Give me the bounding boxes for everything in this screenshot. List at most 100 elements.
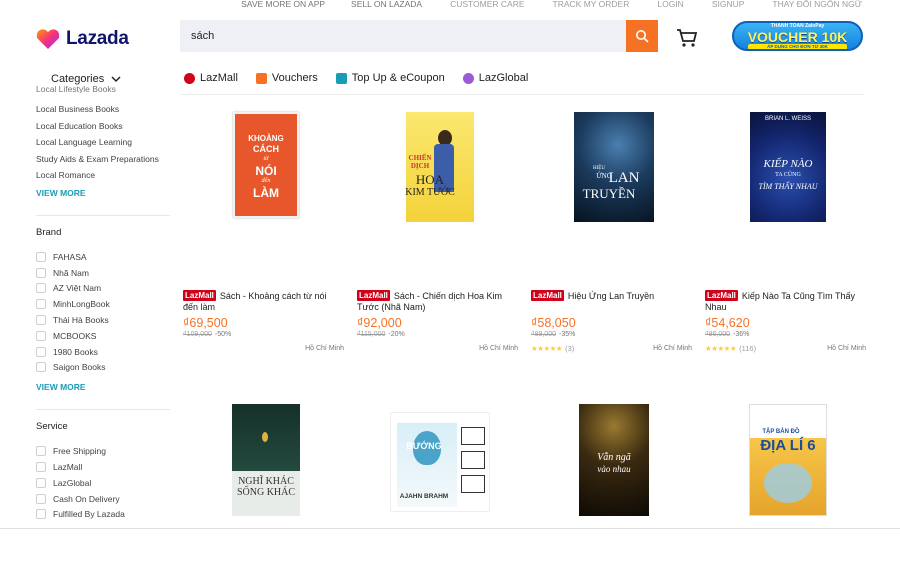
category-link[interactable]: Study Aids & Exam Preparations: [36, 151, 176, 168]
category-link[interactable]: Local Lifestyle Books: [36, 85, 176, 93]
brand-checkbox[interactable]: Saigon Books: [36, 360, 176, 376]
categories-dropdown[interactable]: Categories: [51, 73, 121, 85]
checkbox[interactable]: [36, 509, 46, 520]
checkbox[interactable]: [36, 330, 46, 341]
nav-lazmall-label: LazMall: [200, 72, 238, 84]
category-link[interactable]: Local Language Learning: [36, 134, 176, 151]
brand-checkbox[interactable]: Nhã Nam: [36, 265, 176, 281]
original-price: ₫89,000: [531, 331, 557, 338]
category-link[interactable]: Local Business Books: [36, 101, 176, 118]
save-more-on-app-link[interactable]: SAVE MORE ON APP: [241, 0, 325, 12]
product-price: ₫69,500: [183, 316, 228, 330]
brand-label: Nhã Nam: [53, 267, 89, 278]
checkbox[interactable]: [36, 251, 46, 262]
brand-checkbox[interactable]: 1980 Books: [36, 344, 176, 360]
cover-badge: [461, 451, 485, 469]
category-link[interactable]: Local Education Books: [36, 118, 176, 135]
brand-label: Thái Hà Books: [53, 315, 109, 326]
cover-text: vào nhau: [597, 464, 631, 474]
lazmall-icon: [184, 72, 195, 84]
search-input[interactable]: [180, 20, 626, 52]
cover-text: NÓI: [255, 164, 277, 178]
nav-lazmall[interactable]: LazMall: [184, 72, 238, 84]
service-checkbox[interactable]: LazGlobal: [36, 475, 176, 491]
login-link[interactable]: LOGIN: [657, 0, 683, 12]
cover-text: SỐNG KHÁC: [236, 487, 296, 498]
nav-topup[interactable]: Top Up & eCoupon: [335, 72, 445, 84]
cover-text: HOA: [415, 172, 445, 187]
product-image[interactable]: CHIẾN DỊCH HOA KIM TƯỚC: [354, 100, 526, 280]
product-title[interactable]: LazMall Hiệu Ứng Lan Truyền: [531, 290, 691, 302]
service-checkbox[interactable]: Fulfilled By Lazada: [36, 507, 176, 523]
cart-button[interactable]: [676, 28, 698, 53]
nav-lazglobal[interactable]: LazGlobal: [462, 72, 528, 84]
product-title[interactable]: LazMall Sách - Khoảng cách từ nói đến làm: [183, 290, 343, 313]
cover-text: TRUYỀN: [582, 186, 636, 201]
checkbox[interactable]: [36, 362, 46, 373]
service-label: Fulfilled By Lazada: [53, 509, 125, 520]
brand-checkbox[interactable]: FAHASA: [36, 249, 176, 265]
cover-globe: [764, 463, 812, 503]
checkbox[interactable]: [36, 315, 46, 326]
brand-checkbox[interactable]: MinhLongBook: [36, 296, 176, 312]
voucher-icon: [255, 72, 267, 84]
chevron-down-icon: [111, 75, 121, 82]
track-my-order-link[interactable]: TRACK MY ORDER: [553, 0, 630, 12]
product-image[interactable]: HIỆU ỨNG LAN TRUYỀN: [528, 100, 700, 280]
original-price: ₫115,000: [357, 331, 386, 338]
product-title-text: Hiệu Ứng Lan Truyền: [567, 291, 655, 301]
category-link[interactable]: Local Romance: [36, 167, 176, 184]
nav-vouchers[interactable]: Vouchers: [255, 72, 318, 84]
product-old-price: ₫89,000 -35%: [531, 331, 575, 338]
topup-icon: [335, 72, 347, 84]
service-checkbox[interactable]: LazMall: [36, 459, 176, 475]
service-filter-title: Service: [36, 421, 68, 433]
brand-checkbox[interactable]: MCBOOKS: [36, 328, 176, 344]
brand-view-more[interactable]: VIEW MORE: [36, 380, 176, 394]
product-old-price: ₫86,000 -36%: [705, 331, 749, 338]
checkbox[interactable]: [36, 283, 46, 294]
sell-on-lazada-link[interactable]: SELL ON LAZADA: [351, 0, 422, 12]
brand-label: MinhLongBook: [53, 299, 110, 310]
checkbox[interactable]: [36, 346, 46, 357]
cover-text: TẬP BẢN ĐỒ: [762, 429, 800, 435]
customer-care-link[interactable]: CUSTOMER CARE: [450, 0, 524, 12]
product-title[interactable]: LazMall Kiếp Nào Ta Cũng Tìm Thấy Nhau: [705, 290, 865, 313]
nav-links: LazMall Vouchers Top Up & eCoupon LazGlo…: [184, 72, 546, 84]
service-checkbox[interactable]: Free Shipping: [36, 443, 176, 459]
service-checkbox[interactable]: Cash On Delivery: [36, 491, 176, 507]
checkbox[interactable]: [36, 267, 46, 278]
search-button[interactable]: [626, 20, 658, 52]
brand-checkbox[interactable]: Thái Hà Books: [36, 312, 176, 328]
checkbox[interactable]: [36, 446, 46, 457]
checkbox[interactable]: [36, 493, 46, 504]
voucher-banner[interactable]: THANH TOÁN ZaloPay VOUCHER 10K ÁP DỤNG C…: [732, 21, 863, 51]
product-image[interactable]: Vẫn ngã vào nhau: [528, 404, 700, 584]
nav-divider: [180, 94, 864, 95]
product-image[interactable]: NGHĨ KHÁC SỐNG KHÁC: [180, 404, 352, 584]
product-image[interactable]: BƯỚNG AJAHN BRAHM: [354, 404, 526, 584]
cover-text: NGHĨ KHÁC: [238, 476, 294, 487]
brand-label: MCBOOKS: [53, 330, 97, 341]
service-label: LazMall: [53, 462, 83, 473]
checkbox[interactable]: [36, 477, 46, 488]
cover-text: LÀM: [253, 186, 279, 200]
product-image[interactable]: KHOẢNG CÁCH từ NÓI đến LÀM: [180, 100, 352, 280]
change-language-link[interactable]: THAY ĐỔI NGÔN NGỮ: [772, 0, 862, 12]
category-view-more[interactable]: VIEW MORE: [36, 186, 176, 200]
original-price: ₫86,000: [705, 331, 731, 338]
signup-link[interactable]: SIGNUP: [712, 0, 745, 12]
brand-checkbox[interactable]: AZ Việt Nam: [36, 281, 176, 297]
sidebar-divider: [36, 214, 170, 216]
lazmall-badge: LazMall: [357, 290, 390, 301]
cart-icon: [677, 29, 698, 47]
lazada-logo[interactable]: Lazada: [36, 28, 129, 50]
product-image[interactable]: BRIAN L. WEISS KIẾP NÀO TA CŨNG TÌM THẤY…: [702, 100, 874, 280]
checkbox[interactable]: [36, 299, 46, 310]
product-title[interactable]: LazMall Sách - Chiến dịch Hoa Kim Tước (N…: [357, 290, 517, 313]
cover-text: DỊCH: [410, 162, 430, 170]
original-price: ₫109,000: [183, 331, 212, 338]
top-utility-bar: SAVE MORE ON APP SELL ON LAZADA CUSTOMER…: [0, 0, 900, 12]
product-image[interactable]: TẬP BẢN ĐỒ ĐỊA LÍ 6: [702, 404, 874, 584]
checkbox[interactable]: [36, 462, 46, 473]
